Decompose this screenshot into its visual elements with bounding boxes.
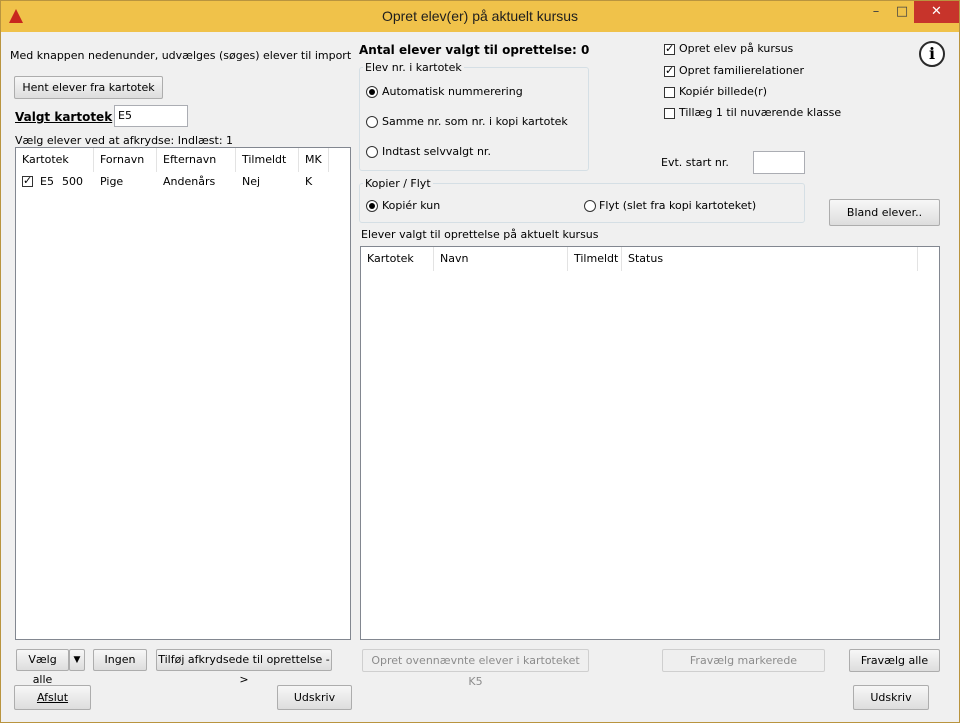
window-title: Opret elev(er) på aktuelt kursus [381, 8, 579, 24]
row-number: 500 [62, 175, 83, 188]
minimize-button[interactable]: – [863, 1, 889, 23]
radio-copy-only[interactable] [366, 200, 378, 212]
column-header[interactable]: Navn [434, 247, 568, 271]
checkbox-family-relations[interactable] [664, 64, 675, 77]
deselect-all-button[interactable]: Fravælg alle [849, 649, 940, 672]
radio-same-number[interactable] [366, 116, 378, 128]
row-first-name: Pige [100, 175, 124, 188]
column-header-filler [329, 148, 350, 172]
checkbox-label: Opret familierelationer [679, 64, 804, 77]
radio-auto-numbering[interactable] [366, 86, 378, 98]
print-left-button[interactable]: Udskriv [277, 685, 352, 710]
column-header[interactable]: Tilmeldt [568, 247, 622, 271]
radio-label: Indtast selvvalgt nr. [382, 145, 491, 158]
row-mk: K [305, 175, 313, 188]
chosen-register-field[interactable]: E5 [114, 105, 188, 127]
checkbox-label: Tillæg 1 til nuværende klasse [679, 106, 842, 119]
checkbox-label: Kopiér billede(r) [679, 85, 767, 98]
radio-custom-number[interactable] [366, 146, 378, 158]
radio-label: Samme nr. som nr. i kopi kartotek [382, 115, 568, 128]
column-header[interactable]: Status [622, 247, 918, 271]
table-row[interactable]: E5 500 Pige Andenårs Nej K [16, 173, 350, 191]
numbering-group-title: Elev nr. i kartotek [363, 61, 464, 74]
column-header[interactable]: MK [299, 148, 329, 172]
start-nr-field[interactable] [753, 151, 805, 174]
column-header[interactable]: Kartotek [361, 247, 434, 271]
checkbox-copy-images[interactable] [664, 87, 675, 98]
print-right-button[interactable]: Udskriv [853, 685, 929, 710]
add-checked-button[interactable]: Tilføj afkrydsede til oprettelse -> [156, 649, 332, 686]
select-none-button[interactable]: Ingen [93, 649, 147, 671]
select-hint: Vælg elever ved at afkrydse: Indlæst: 1 [15, 134, 234, 147]
column-header[interactable]: Kartotek [16, 148, 94, 172]
maximize-button[interactable]: □ [889, 1, 915, 23]
radio-label: Kopiér kun [382, 199, 441, 212]
row-enrolled: Nej [242, 175, 261, 188]
selected-students-caption: Elever valgt til oprettelse på aktuelt k… [361, 228, 599, 241]
checkbox-add-class[interactable] [664, 108, 675, 119]
row-checkbox[interactable] [22, 174, 33, 187]
intro-text: Med knappen nedenunder, udvælges (søges)… [10, 49, 352, 62]
close-button[interactable]: ✕ [914, 1, 959, 23]
column-header[interactable]: Fornavn [94, 148, 157, 172]
deselect-marked-button[interactable]: Fravælg markerede [662, 649, 825, 672]
shuffle-students-button[interactable]: Bland elever.. [829, 199, 940, 226]
selected-count-label: Antal elever valgt til oprettelse: 0 [359, 43, 590, 57]
radio-label: Automatisk nummerering [382, 85, 523, 98]
checkbox-create-on-course[interactable] [664, 42, 675, 55]
start-nr-label: Evt. start nr. [661, 156, 729, 169]
title-bar: Opret elev(er) på aktuelt kursus – □ ✕ [1, 1, 959, 32]
exit-button[interactable]: Afslut [14, 685, 91, 710]
chosen-register-label: Valgt kartotek [15, 110, 113, 124]
target-students-table: Kartotek Navn Tilmeldt Status [360, 246, 940, 640]
column-header[interactable]: Efternavn [157, 148, 236, 172]
fetch-students-button[interactable]: Hent elever fra kartotek [14, 76, 163, 99]
source-students-table: Kartotek Fornavn Efternavn Tilmeldt MK E… [15, 147, 351, 640]
checkbox-label: Opret elev på kursus [679, 42, 794, 55]
dialog-window: Opret elev(er) på aktuelt kursus – □ ✕ M… [0, 0, 960, 723]
row-kartotek: E5 [40, 175, 54, 188]
info-icon[interactable]: i [919, 41, 945, 67]
radio-move[interactable] [584, 200, 596, 212]
column-header-filler [918, 247, 939, 271]
select-all-button[interactable]: Vælg alle [16, 649, 69, 686]
select-all-dropdown[interactable]: ▼ [69, 649, 85, 671]
copy-move-group-title: Kopier / Flyt [363, 177, 433, 190]
column-header[interactable]: Tilmeldt [236, 148, 299, 172]
radio-label: Flyt (slet fra kopi kartoteket) [599, 199, 757, 212]
row-last-name: Andenårs [163, 175, 216, 188]
create-students-button[interactable]: Opret ovennævnte elever i kartoteket K5 [362, 649, 589, 688]
